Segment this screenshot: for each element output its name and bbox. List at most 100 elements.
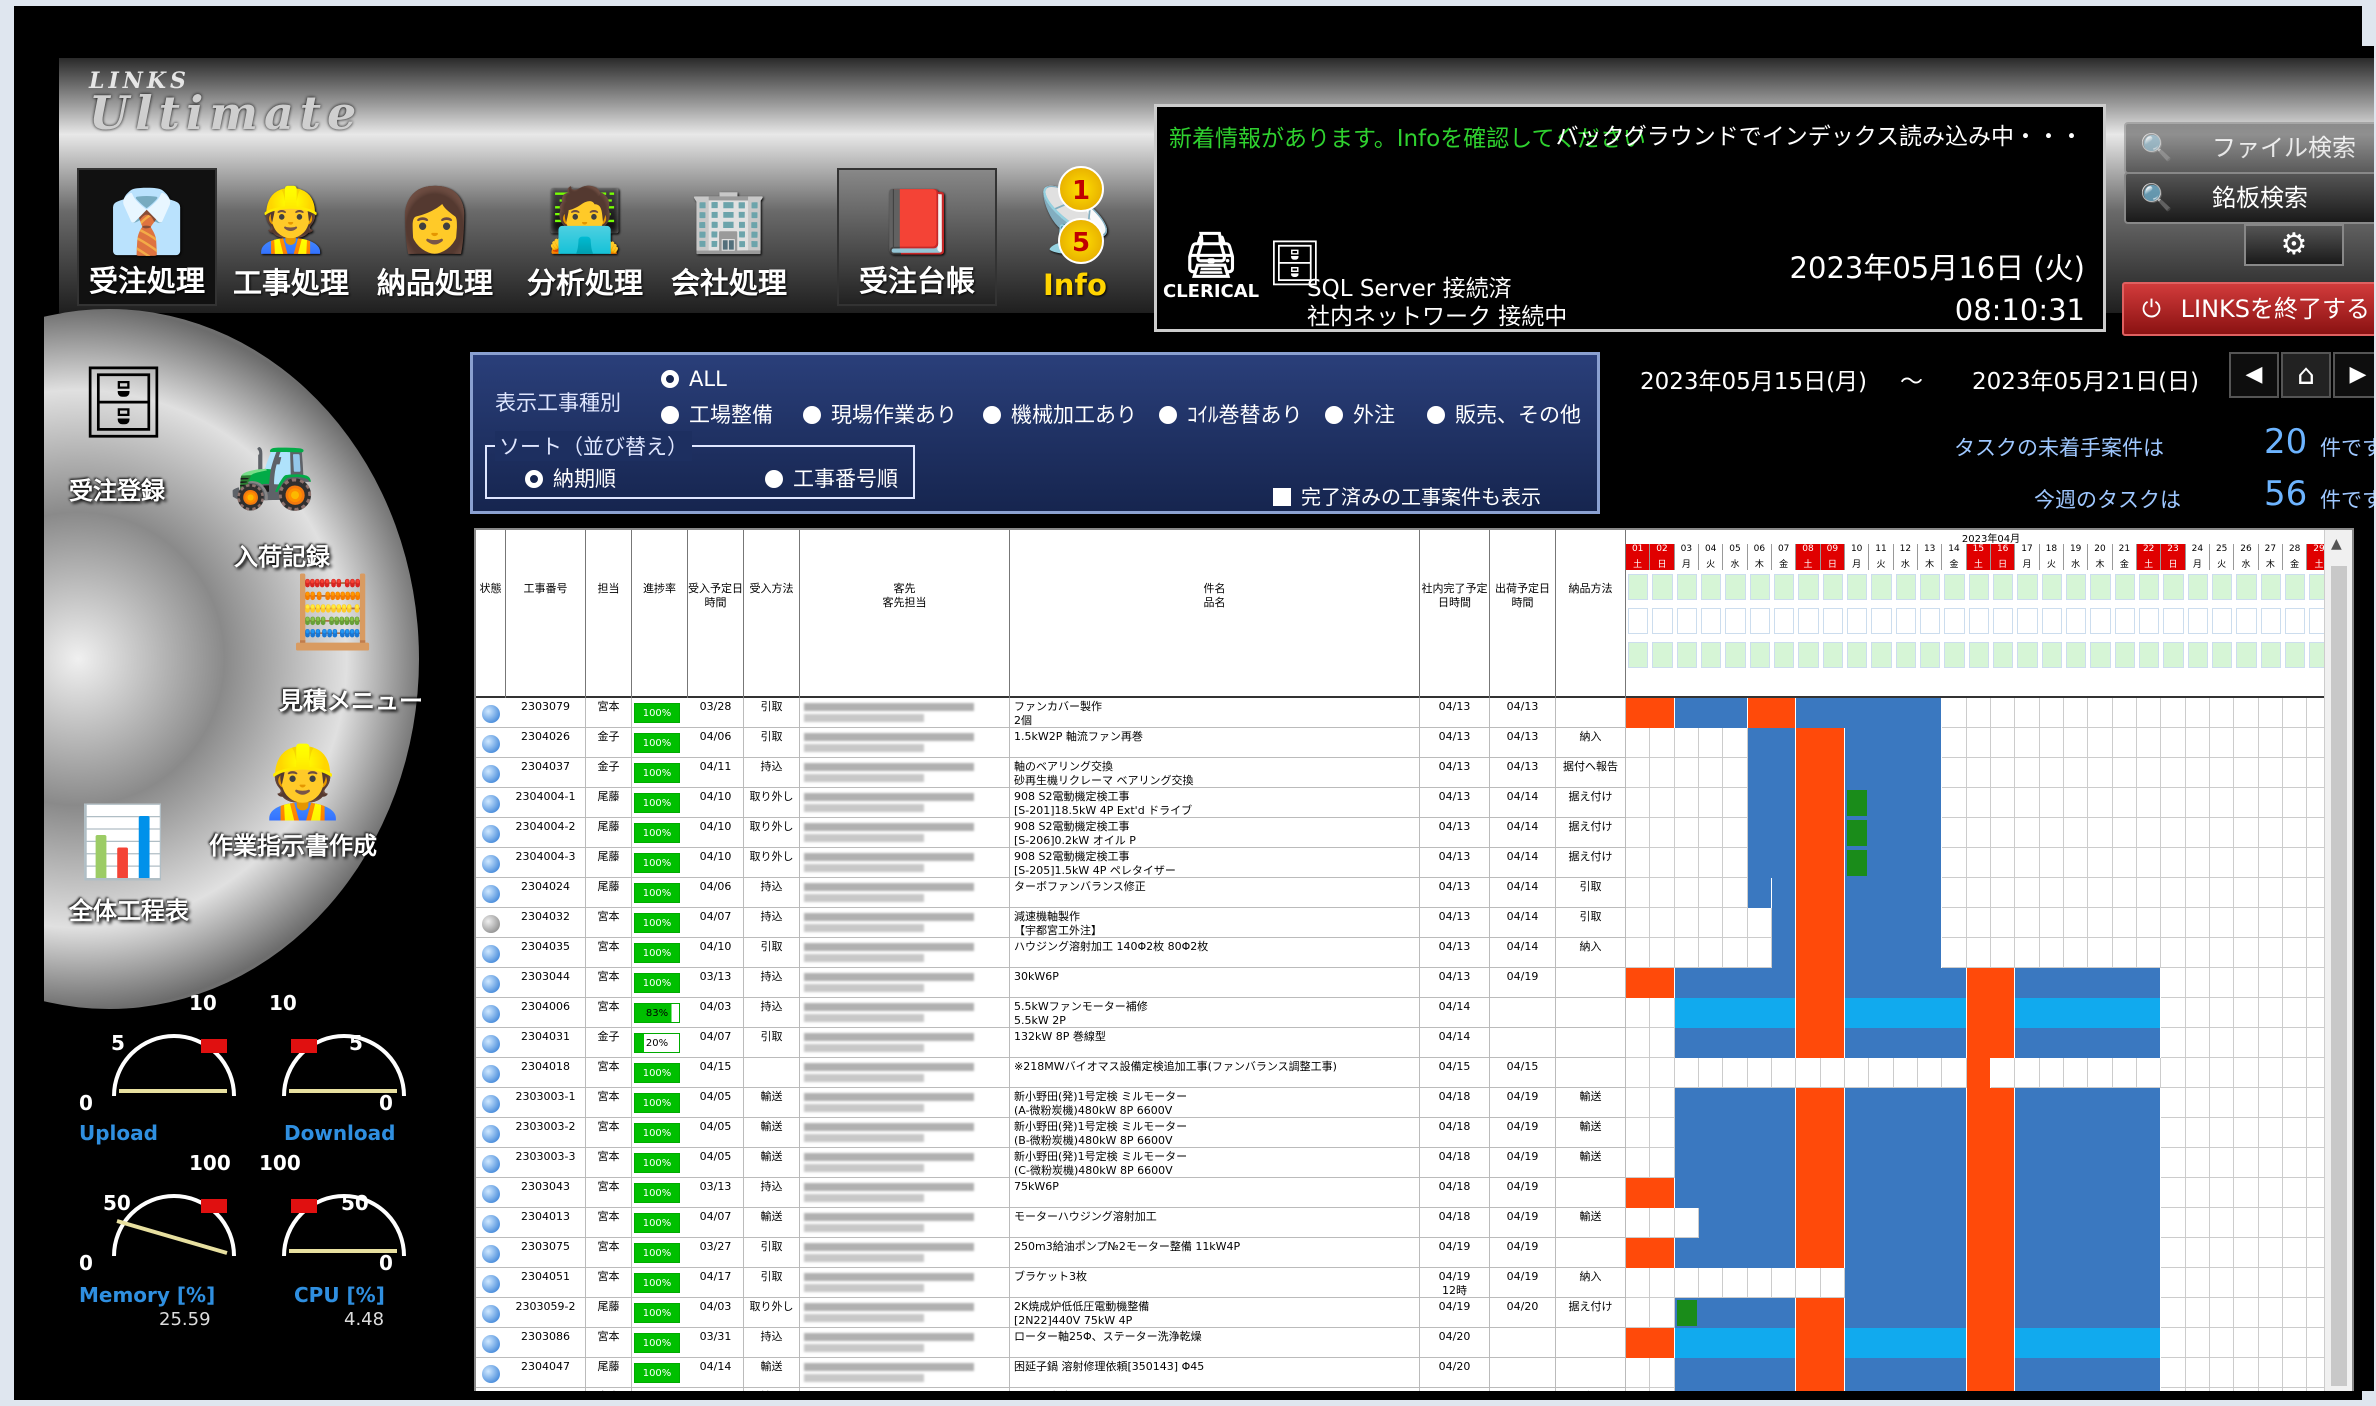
gantt-cell[interactable]	[1626, 1358, 1651, 1388]
gantt-bar[interactable]	[1674, 1328, 1797, 1358]
scroll-thumb[interactable]	[2331, 566, 2347, 1386]
gantt-bar[interactable]	[1796, 1328, 1845, 1358]
status-indicator[interactable]	[482, 735, 500, 753]
nav-order-processing[interactable]: 👔 受注処理	[77, 168, 217, 306]
gantt-cell[interactable]	[2210, 848, 2235, 878]
radio-type-all[interactable]: ALL	[661, 367, 727, 391]
gantt-cell[interactable]	[2137, 1058, 2162, 1088]
gantt-cell[interactable]	[2283, 1028, 2308, 1058]
status-indicator[interactable]	[482, 1125, 500, 1143]
gantt-cell[interactable]	[2283, 1298, 2308, 1328]
column-header[interactable]: 受入方法	[744, 530, 800, 698]
status-indicator[interactable]	[482, 1335, 500, 1353]
gantt-cell[interactable]	[1626, 1268, 1651, 1298]
gantt-cell[interactable]	[2210, 1388, 2235, 1391]
gantt-bar[interactable]	[1796, 818, 1845, 848]
gantt-cell[interactable]	[2234, 1238, 2259, 1268]
gantt-cell[interactable]	[2234, 878, 2259, 908]
gantt-cell[interactable]	[2015, 818, 2040, 848]
gantt-bar[interactable]	[1674, 1028, 1797, 1058]
gantt-cell[interactable]	[2088, 698, 2113, 728]
gantt-cell[interactable]	[1942, 728, 1967, 758]
gantt-cell[interactable]	[1699, 878, 1724, 908]
table-row[interactable]: 2303003-3 宮本 04/05 輸送 新小野田(発)1号定検 ミルモーター (C-…	[476, 1148, 1626, 1178]
gantt-cell[interactable]	[2185, 758, 2210, 788]
gantt-cell[interactable]	[2161, 1088, 2186, 1118]
gantt-cell[interactable]	[1991, 848, 2016, 878]
gantt-cell[interactable]	[2283, 1088, 2308, 1118]
gantt-cell[interactable]	[2258, 938, 2283, 968]
gantt-cell[interactable]	[1942, 908, 1967, 938]
gantt-cell[interactable]	[1699, 908, 1724, 938]
gantt-cell[interactable]	[2185, 938, 2210, 968]
gantt-cell[interactable]	[1674, 1058, 1699, 1088]
gantt-cell[interactable]	[2258, 1268, 2283, 1298]
gantt-cell[interactable]	[2015, 1058, 2040, 1088]
gantt-bar[interactable]	[2015, 1028, 2162, 1058]
gantt-cell[interactable]	[2088, 788, 2113, 818]
column-header[interactable]: 受入予定日時間	[688, 530, 744, 698]
gantt-cell[interactable]	[2258, 1358, 2283, 1388]
gantt-bar[interactable]	[1796, 1358, 1845, 1388]
gantt-cell[interactable]	[1674, 878, 1699, 908]
gantt-bar[interactable]	[1966, 1358, 2016, 1388]
gantt-cell[interactable]	[1966, 878, 1991, 908]
gantt-bar[interactable]	[2015, 1328, 2162, 1358]
gantt-bar[interactable]	[1966, 1208, 2016, 1238]
gantt-bar[interactable]	[1845, 1118, 1967, 1148]
gantt-cell[interactable]	[1699, 728, 1724, 758]
gantt-cell[interactable]	[2088, 818, 2113, 848]
gantt-cell[interactable]	[2112, 728, 2137, 758]
gantt-cell[interactable]	[1820, 1268, 1845, 1298]
gantt-bar[interactable]	[1699, 1208, 1797, 1238]
gantt-bar[interactable]	[1966, 1238, 2016, 1268]
gantt-cell[interactable]	[2161, 1148, 2186, 1178]
gantt-bar[interactable]	[1796, 1388, 1845, 1391]
table-row[interactable]: 2304004-3 尾藤 04/10 取り外し 908 S2電動機定検工事 [S-205…	[476, 848, 1626, 878]
vertical-scrollbar[interactable]: ▲ ▼	[2324, 530, 2352, 1391]
gantt-bar[interactable]	[1845, 758, 1943, 788]
gantt-cell[interactable]	[2161, 758, 2186, 788]
gantt-cell[interactable]	[2283, 848, 2308, 878]
gantt-bar[interactable]	[1796, 998, 1845, 1028]
gantt-cell[interactable]	[2161, 1178, 2186, 1208]
gantt-bar[interactable]	[1747, 788, 1797, 818]
gantt-cell[interactable]	[1626, 818, 1651, 848]
gantt-cell[interactable]	[2258, 1118, 2283, 1148]
gantt-cell[interactable]	[2210, 908, 2235, 938]
gantt-cell[interactable]	[2258, 848, 2283, 878]
gantt-cell[interactable]	[2137, 788, 2162, 818]
gantt-cell[interactable]	[2088, 728, 2113, 758]
gantt-cell[interactable]	[2234, 1268, 2259, 1298]
gantt-bar[interactable]	[1966, 1298, 2016, 1328]
gantt-cell[interactable]	[2283, 908, 2308, 938]
gantt-cell[interactable]	[2015, 908, 2040, 938]
gantt-cell[interactable]	[2185, 788, 2210, 818]
gantt-cell[interactable]	[1991, 908, 2016, 938]
menu-order-registration[interactable]: 受注登録	[69, 471, 165, 506]
gantt-cell[interactable]	[2283, 728, 2308, 758]
gantt-cell[interactable]	[1772, 1268, 1797, 1298]
gantt-bar[interactable]	[1796, 1208, 1845, 1238]
gantt-cell[interactable]	[2283, 1268, 2308, 1298]
gantt-cell[interactable]	[2161, 1058, 2186, 1088]
gantt-cell[interactable]	[2234, 1388, 2259, 1391]
gantt-cell[interactable]	[2039, 758, 2064, 788]
gantt-bar[interactable]	[1674, 1238, 1797, 1268]
gantt-cell[interactable]	[2234, 968, 2259, 998]
status-indicator[interactable]	[482, 1065, 500, 1083]
gantt-cell[interactable]	[2283, 1208, 2308, 1238]
gantt-cell[interactable]	[1699, 1058, 1724, 1088]
gantt-cell[interactable]	[2161, 1358, 2186, 1388]
gantt-bar[interactable]	[1845, 1298, 1967, 1328]
gantt-cell[interactable]	[2161, 728, 2186, 758]
gantt-cell[interactable]	[2234, 908, 2259, 938]
gantt-bar[interactable]	[1966, 1328, 2016, 1358]
gantt-cell[interactable]	[2064, 788, 2089, 818]
gantt-cell[interactable]	[2161, 818, 2186, 848]
menu-overall-schedule[interactable]: 全体工程表	[69, 891, 189, 926]
gantt-cell[interactable]	[1942, 938, 1967, 968]
nav-construction-processing[interactable]: 👷 工事処理	[221, 168, 361, 306]
gantt-cell[interactable]	[1845, 1058, 1870, 1088]
gantt-bar[interactable]	[1845, 1358, 1967, 1388]
